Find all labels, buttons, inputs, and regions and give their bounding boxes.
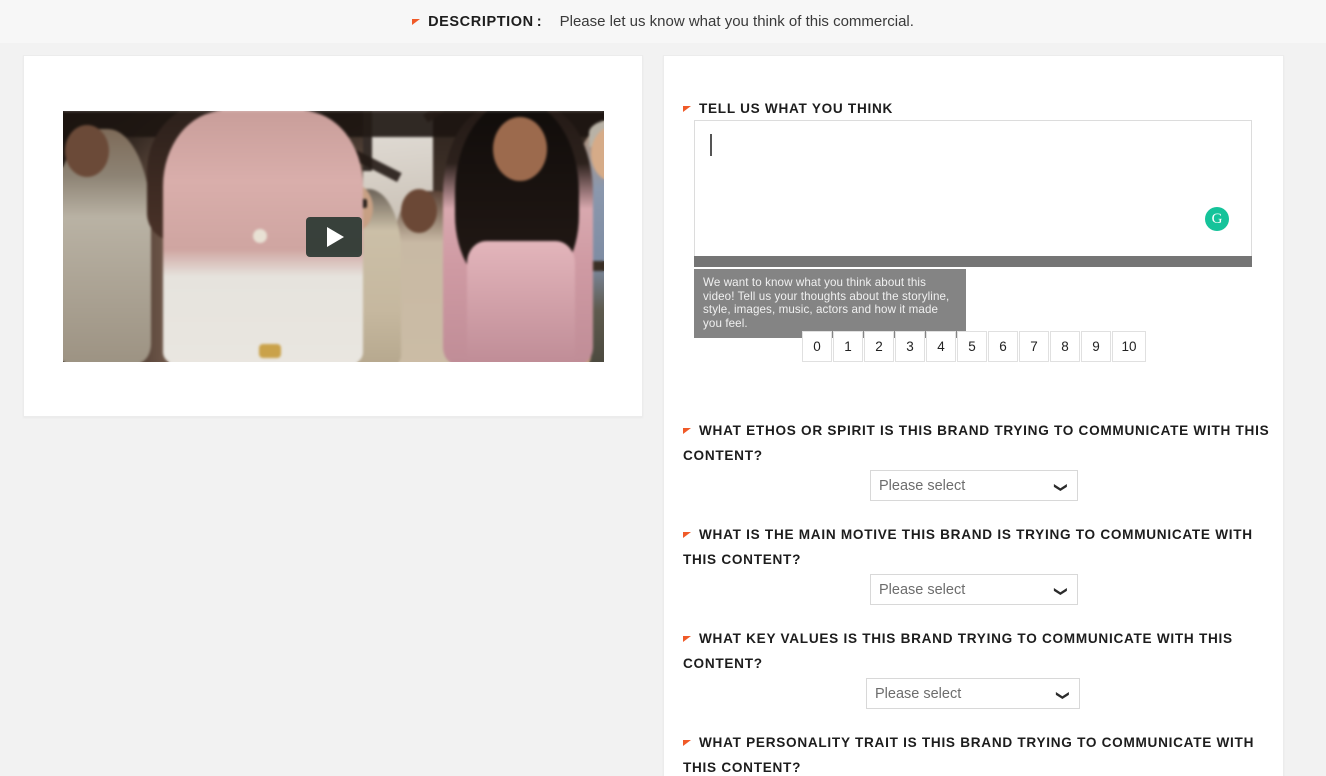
play-triangle-icon <box>327 226 344 247</box>
video-player[interactable] <box>63 111 604 362</box>
play-button[interactable] <box>305 216 362 257</box>
rating-button[interactable]: 7 <box>1019 331 1049 362</box>
rating-button[interactable]: 3 <box>895 331 925 362</box>
rating-button[interactable]: 6 <box>988 331 1018 362</box>
question-1-label: WHAT ETHOS OR SPIRIT IS THIS BRAND TRYIN… <box>683 418 1283 468</box>
feedback-tooltip: We want to know what you think about thi… <box>694 269 966 338</box>
question-2-select[interactable]: Please select <box>870 574 1078 605</box>
orange-arrow-marker-icon <box>683 636 691 642</box>
question-1-select[interactable]: Please select <box>870 470 1078 501</box>
rating-button[interactable]: 9 <box>1081 331 1111 362</box>
description-label: DESCRIPTION <box>428 14 534 30</box>
grammarly-icon[interactable]: G <box>1205 207 1229 231</box>
rating-button[interactable]: 8 <box>1050 331 1080 362</box>
description-colon: : <box>536 14 542 30</box>
survey-page: DESCRIPTION : Please let us know what yo… <box>0 0 1326 776</box>
question-2-label: WHAT IS THE MAIN MOTIVE THIS BRAND IS TR… <box>683 522 1283 572</box>
rating-button-group: 0 1 2 3 4 5 6 7 8 9 10 <box>802 331 1146 362</box>
question-2-text: WHAT IS THE MAIN MOTIVE THIS BRAND IS TR… <box>683 527 1253 567</box>
feedback-heading: TELL US WHAT YOU THINK <box>683 96 1283 121</box>
question-4-label: WHAT PERSONALITY TRAIT IS THIS BRAND TRY… <box>683 730 1283 776</box>
question-3-label: WHAT KEY VALUES IS THIS BRAND TRYING TO … <box>683 626 1283 676</box>
video-card <box>23 55 643 417</box>
orange-arrow-marker-icon <box>683 106 691 112</box>
rating-button[interactable]: 5 <box>957 331 987 362</box>
orange-arrow-marker-icon <box>683 428 691 434</box>
rating-button[interactable]: 1 <box>833 331 863 362</box>
question-1-text: WHAT ETHOS OR SPIRIT IS THIS BRAND TRYIN… <box>683 423 1270 463</box>
rating-button[interactable]: 10 <box>1112 331 1146 362</box>
description-text: Please let us know what you think of thi… <box>559 13 914 30</box>
orange-arrow-marker-icon <box>412 19 421 25</box>
rating-button[interactable]: 2 <box>864 331 894 362</box>
orange-arrow-marker-icon <box>683 532 691 538</box>
question-3-text: WHAT KEY VALUES IS THIS BRAND TRYING TO … <box>683 631 1233 671</box>
description-bar: DESCRIPTION : Please let us know what yo… <box>0 0 1326 43</box>
orange-arrow-marker-icon <box>683 740 691 746</box>
rating-button[interactable]: 0 <box>802 331 832 362</box>
feedback-textarea[interactable]: G <box>694 120 1252 260</box>
question-3-select[interactable]: Please select <box>866 678 1080 709</box>
rating-button[interactable]: 4 <box>926 331 956 362</box>
text-caret <box>710 134 712 156</box>
textarea-resize-handle[interactable] <box>694 256 1252 267</box>
question-4-text: WHAT PERSONALITY TRAIT IS THIS BRAND TRY… <box>683 735 1255 775</box>
description-inner: DESCRIPTION : Please let us know what yo… <box>412 13 914 30</box>
feedback-heading-text: TELL US WHAT YOU THINK <box>699 101 894 116</box>
